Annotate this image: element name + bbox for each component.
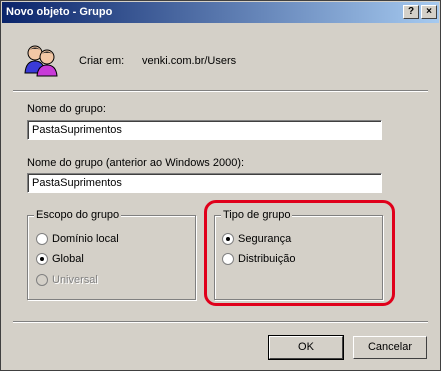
- title-bar[interactable]: Novo objeto - Grupo ? ×: [2, 2, 439, 23]
- radio-global[interactable]: [36, 253, 48, 265]
- ok-button[interactable]: OK: [268, 335, 344, 360]
- create-in-value: venki.com.br/Users: [142, 55, 237, 67]
- radio-domain-local[interactable]: [36, 233, 48, 245]
- group-name-input[interactable]: PastaSuprimentos: [27, 120, 382, 140]
- group-name-label: Nome do grupo:: [27, 103, 106, 115]
- users-group-icon: [24, 45, 58, 77]
- radio-universal: [36, 274, 48, 286]
- radio-domain-local-label[interactable]: Domínio local: [52, 233, 119, 245]
- radio-global-label[interactable]: Global: [52, 253, 84, 265]
- pre2000-name-label: Nome do grupo (anterior ao Windows 2000)…: [27, 157, 245, 169]
- highlight-annotation: [204, 200, 395, 306]
- radio-universal-label: Universal: [52, 274, 98, 286]
- group-scope-legend: Escopo do grupo: [34, 209, 122, 221]
- separator: [13, 90, 428, 92]
- close-button[interactable]: ×: [421, 5, 437, 19]
- pre2000-name-input[interactable]: PastaSuprimentos: [27, 173, 382, 193]
- window-title: Novo objeto - Grupo: [6, 6, 113, 18]
- cancel-button[interactable]: Cancelar: [353, 336, 427, 359]
- help-button[interactable]: ?: [403, 5, 419, 19]
- separator-bottom: [13, 321, 428, 323]
- create-in-label: Criar em:: [79, 55, 125, 67]
- dialog-window: Novo objeto - Grupo ? × Criar em: venki.…: [0, 0, 441, 371]
